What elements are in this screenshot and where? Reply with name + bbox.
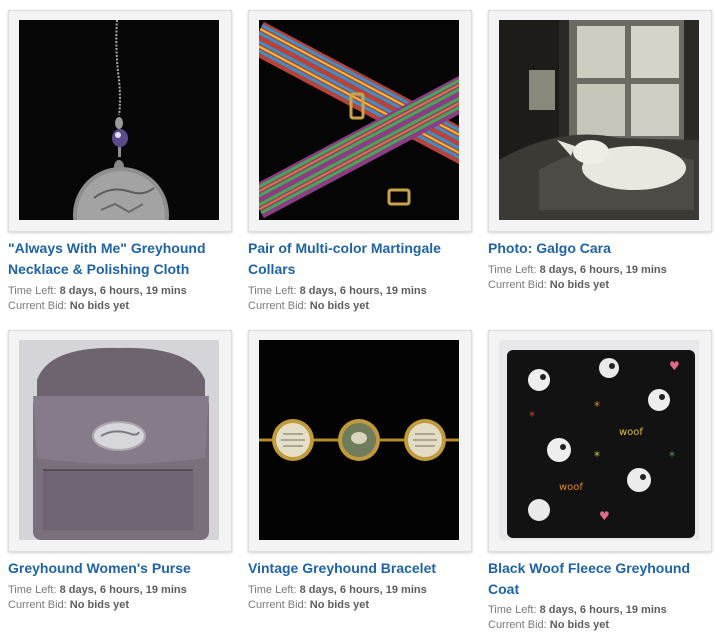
svg-text:*: * (529, 409, 535, 423)
current-bid-row: Current Bid: No bids yet (248, 596, 478, 614)
current-bid-value: No bids yet (69, 300, 130, 312)
time-left-value: 8 days, 6 hours, 19 mins (299, 285, 427, 297)
current-bid-label: Current Bid: (8, 599, 67, 611)
current-bid-value: No bids yet (549, 279, 610, 291)
listing-title-link[interactable]: Photo: Galgo Cara (488, 238, 712, 259)
listing-photo[interactable] (19, 340, 219, 540)
listing-photo[interactable] (499, 20, 699, 220)
time-left-value: 8 days, 6 hours, 19 mins (59, 285, 187, 297)
current-bid-row: Current Bid: No bids yet (8, 596, 238, 614)
current-bid-label: Current Bid: (488, 619, 547, 631)
current-bid-label: Current Bid: (248, 300, 307, 312)
listing-title-link[interactable]: Pair of Multi-color Martingale Collars (248, 238, 472, 280)
current-bid-value: No bids yet (549, 619, 610, 631)
time-left-label: Time Left: (488, 264, 537, 276)
time-left-label: Time Left: (248, 285, 297, 297)
listing-image-frame[interactable]: * * * * ♥ ♥ woof woof (488, 330, 712, 552)
listing-title-link[interactable]: "Always With Me" Greyhound Necklace & Po… (8, 238, 232, 280)
current-bid-value: No bids yet (309, 599, 370, 611)
listing-card: "Always With Me" Greyhound Necklace & Po… (8, 10, 232, 312)
listing-photo[interactable] (259, 340, 459, 540)
time-left-label: Time Left: (8, 584, 57, 596)
time-left-value: 8 days, 6 hours, 19 mins (59, 584, 187, 596)
time-left-value: 8 days, 6 hours, 19 mins (299, 584, 427, 596)
current-bid-label: Current Bid: (248, 599, 307, 611)
listing-image-frame[interactable] (8, 330, 232, 552)
listing-title-link[interactable]: Black Woof Fleece Greyhound Coat (488, 558, 712, 600)
listing-title-link[interactable]: Greyhound Women's Purse (8, 558, 232, 579)
current-bid-label: Current Bid: (488, 279, 547, 291)
time-left-label: Time Left: (248, 584, 297, 596)
svg-text:♥: ♥ (599, 509, 610, 523)
listing-image-frame[interactable] (8, 10, 232, 232)
listing-photo[interactable] (259, 20, 459, 220)
current-bid-value: No bids yet (69, 599, 130, 611)
svg-text:*: * (669, 449, 675, 463)
listing-card: Greyhound Women's Purse Time Left: 8 day… (8, 330, 232, 615)
current-bid-row: Current Bid: No bids yet (248, 297, 478, 315)
current-bid-value: No bids yet (309, 300, 370, 312)
time-left-value: 8 days, 6 hours, 19 mins (539, 264, 667, 276)
listing-card: * * * * ♥ ♥ woof woof Black Woof Fleece … (488, 330, 712, 631)
current-bid-label: Current Bid: (8, 300, 67, 312)
listing-image-frame[interactable] (488, 10, 712, 232)
listing-card: Vintage Greyhound Bracelet Time Left: 8 … (248, 330, 472, 615)
time-left-label: Time Left: (488, 604, 537, 616)
listing-card: Photo: Galgo Cara Time Left: 8 days, 6 h… (488, 10, 712, 310)
auction-listing-grid: "Always With Me" Greyhound Necklace & Po… (0, 0, 714, 642)
svg-text:woof: woof (559, 482, 583, 493)
listing-image-frame[interactable] (248, 10, 472, 232)
listing-photo[interactable]: * * * * ♥ ♥ woof woof (499, 340, 699, 540)
current-bid-row: Current Bid: No bids yet (488, 616, 714, 634)
listing-title-link[interactable]: Vintage Greyhound Bracelet (248, 558, 472, 579)
svg-text:♥: ♥ (669, 359, 680, 373)
time-left-value: 8 days, 6 hours, 19 mins (539, 604, 667, 616)
current-bid-row: Current Bid: No bids yet (488, 276, 714, 294)
listing-photo[interactable] (19, 20, 219, 220)
svg-text:*: * (594, 449, 600, 463)
current-bid-row: Current Bid: No bids yet (8, 297, 238, 315)
listing-image-frame[interactable] (248, 330, 472, 552)
svg-text:*: * (594, 399, 600, 413)
svg-text:woof: woof (619, 427, 643, 438)
time-left-label: Time Left: (8, 285, 57, 297)
listing-card: Pair of Multi-color Martingale Collars T… (248, 10, 472, 312)
